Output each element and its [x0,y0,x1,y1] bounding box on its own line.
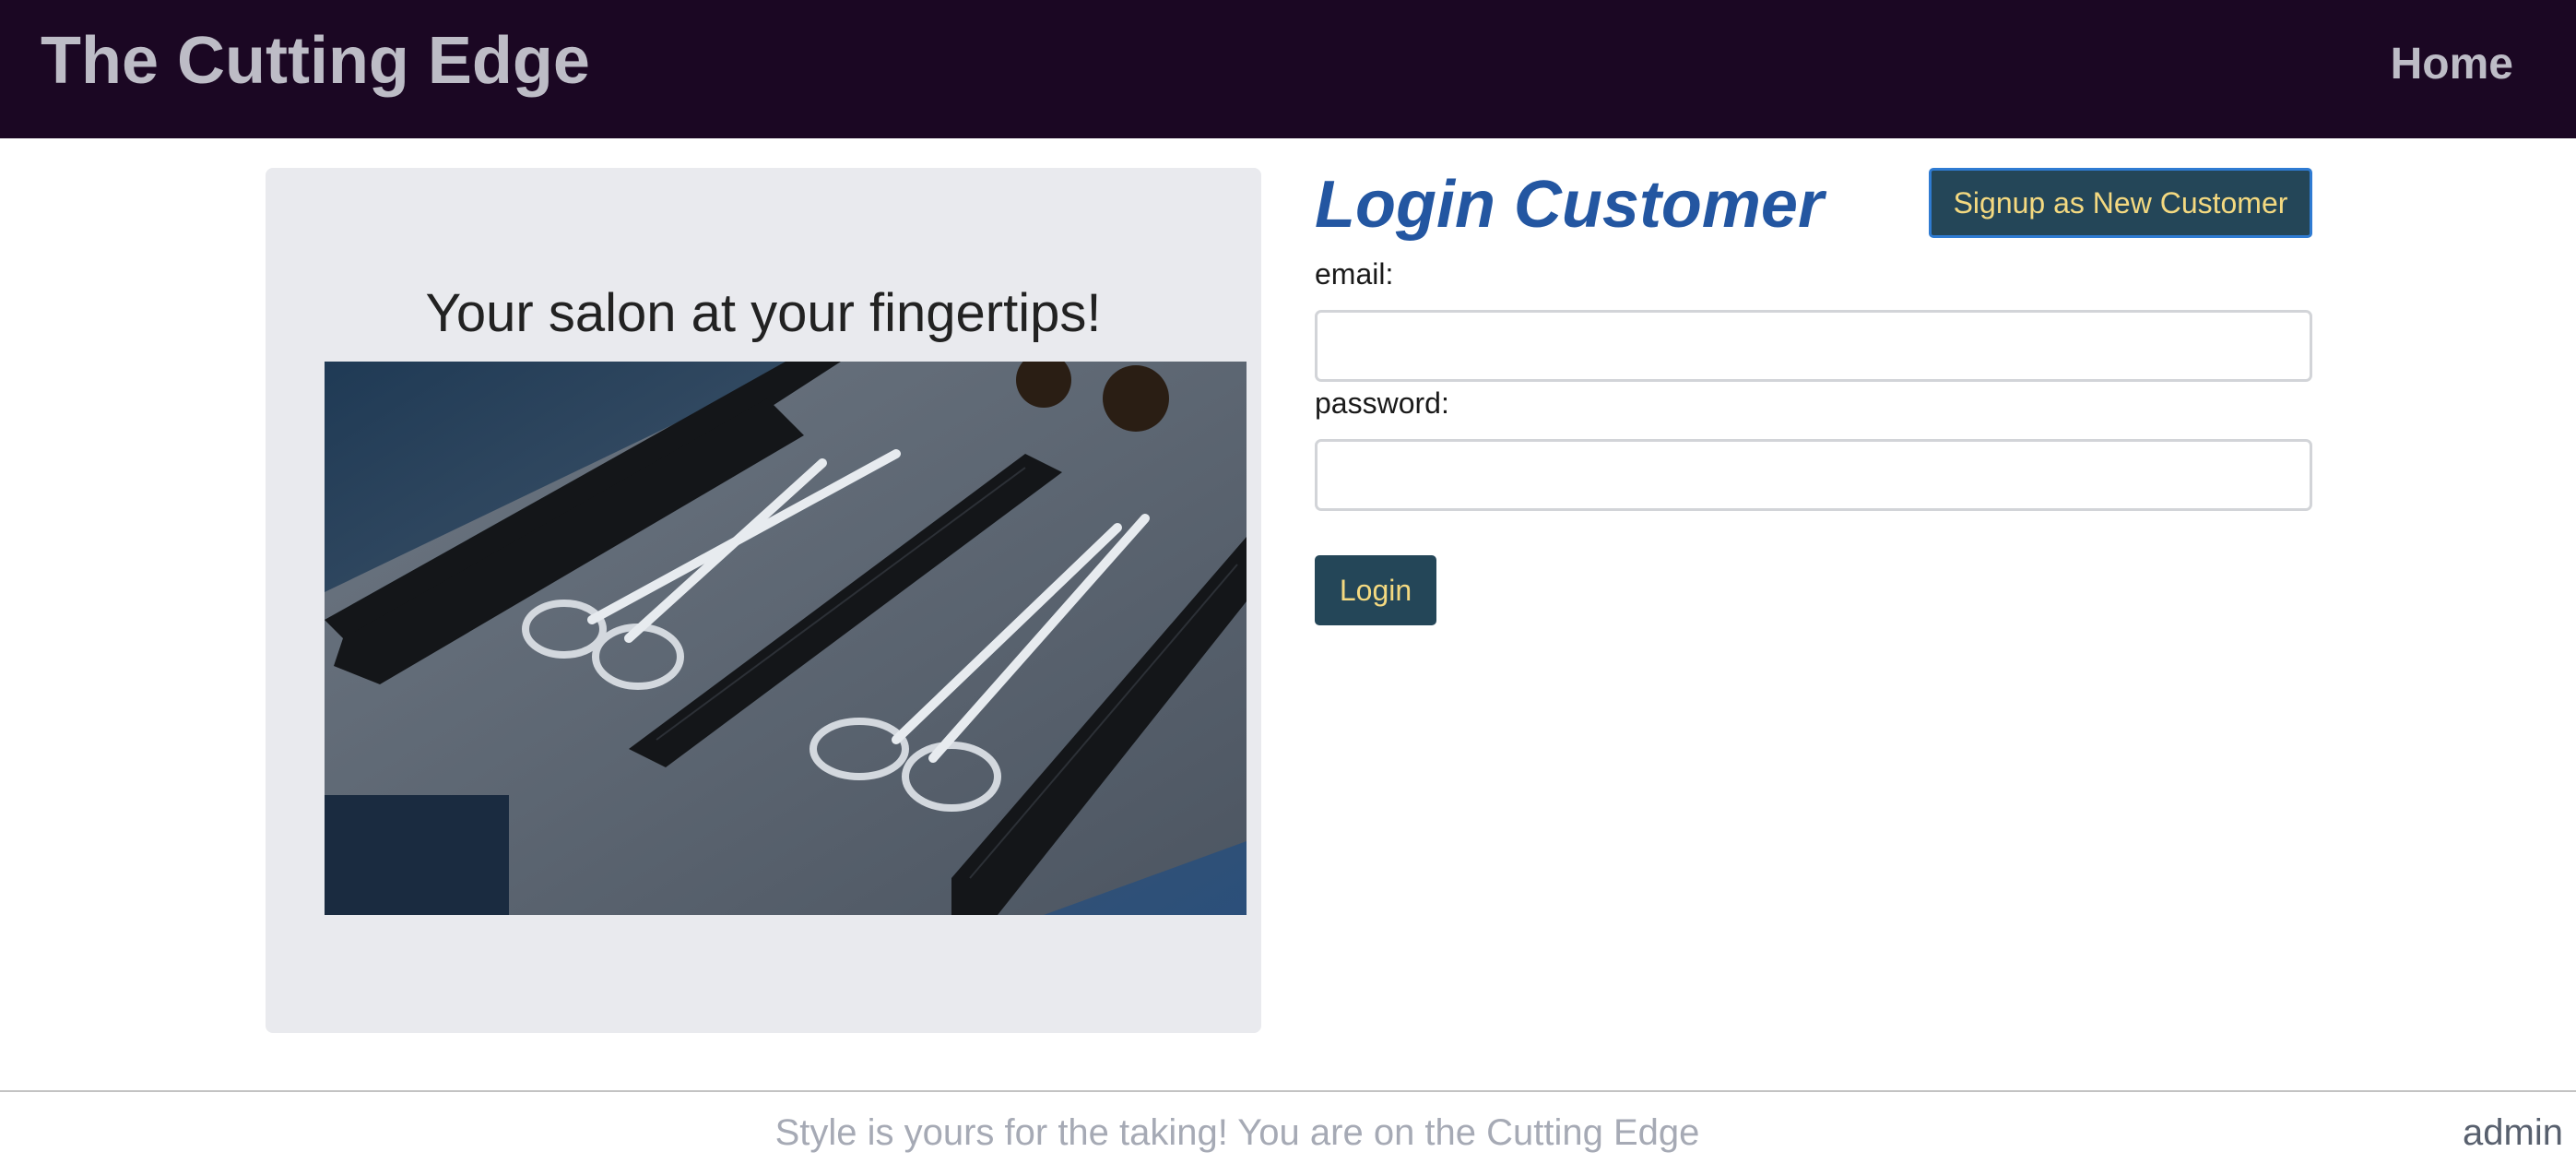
admin-link[interactable]: admin [2463,1109,2563,1157]
salon-tools-photo [325,362,1247,915]
footer-tagline: Style is yours for the taking! You are o… [774,1112,1700,1153]
login-button[interactable]: Login [1315,555,1436,625]
hero-tagline: Your salon at your fingertips! [425,283,1102,343]
footer-divider [0,1090,2576,1092]
scissors-combs-image [325,362,1247,915]
email-label: email: [1315,257,1394,291]
password-input[interactable] [1315,439,2312,511]
email-input[interactable] [1315,310,2312,382]
login-title: Login Customer [1315,168,1824,242]
navbar: The Cutting Edge Home [0,0,2576,138]
signup-button[interactable]: Signup as New Customer [1929,168,2312,238]
password-label: password: [1315,386,1449,420]
brand-title[interactable]: The Cutting Edge [41,20,590,101]
nav-home-link[interactable]: Home [2391,35,2513,94]
